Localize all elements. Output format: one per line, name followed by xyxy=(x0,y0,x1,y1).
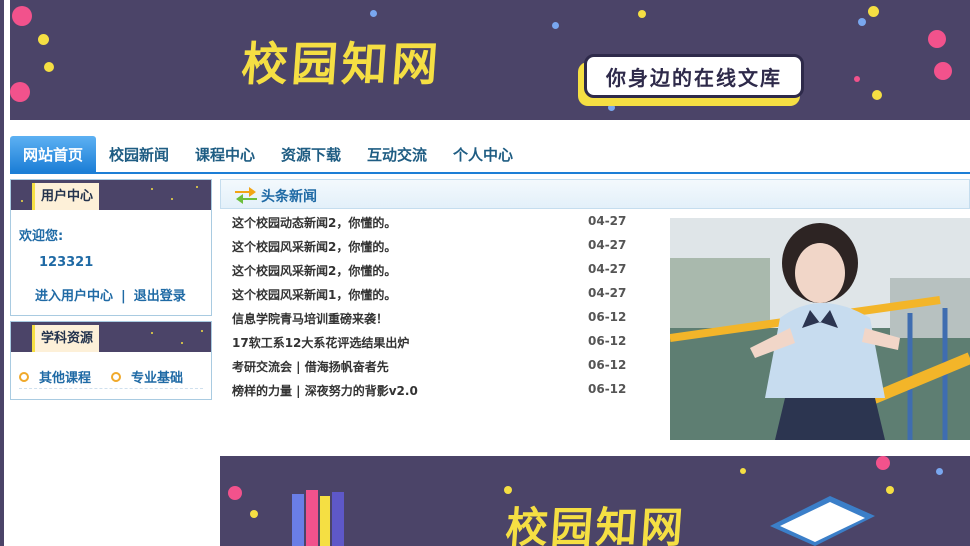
news-item[interactable]: 榜样的力量 | 深夜努力的背影v2.0 06-12 xyxy=(232,382,632,402)
news-item[interactable]: 这个校园风采新闻1，你懂的。 04-27 xyxy=(232,286,632,306)
nav-item-home[interactable]: 网站首页 xyxy=(10,136,96,172)
news-item[interactable]: 考研交流会 | 借海扬帆奋者先 06-12 xyxy=(232,358,632,378)
news-item-title[interactable]: 这个校园动态新闻2，你懂的。 xyxy=(232,214,396,231)
header-banner: 校园知网 你身边的在线文库 xyxy=(10,0,970,120)
nav-underline xyxy=(10,172,970,174)
dashed-divider xyxy=(19,388,203,389)
nav-item-campus-news[interactable]: 校园新闻 xyxy=(109,136,169,172)
decor-dot xyxy=(638,10,646,18)
headline-news-header: 头条新闻 xyxy=(220,179,970,209)
news-item-date: 04-27 xyxy=(588,262,627,276)
decor-dot xyxy=(21,200,23,202)
subject-resources-box: 学科资源 其他课程 专业基础 xyxy=(10,321,212,400)
enter-user-center-link[interactable]: 进入用户中心 xyxy=(35,289,113,304)
decor-dot xyxy=(181,342,183,344)
news-item-title[interactable]: 17软工系12大系花评选结果出炉 xyxy=(232,334,409,351)
news-item-title[interactable]: 这个校园风采新闻2，你懂的。 xyxy=(232,262,396,279)
news-item[interactable]: 信息学院青马培训重磅来袭！ 06-12 xyxy=(232,310,632,330)
decor-dot xyxy=(886,486,894,494)
user-center-title: 用户中心 xyxy=(31,183,100,210)
open-book-icon xyxy=(770,496,875,546)
photo-illustration xyxy=(670,218,970,440)
decor-dot xyxy=(876,456,890,470)
main-nav: 网站首页 校园新闻 课程中心 资源下载 互动交流 个人中心 xyxy=(10,136,970,172)
decor-dot xyxy=(44,62,54,72)
decor-dot xyxy=(868,6,879,17)
decor-dot xyxy=(10,82,30,102)
decor-dot xyxy=(151,188,153,190)
bullet-icon xyxy=(111,371,121,382)
promo-banner[interactable]: 校园知网 xyxy=(220,456,970,546)
decor-dot xyxy=(171,198,173,200)
decor-dot xyxy=(196,186,198,188)
headline-news-title: 头条新闻 xyxy=(261,189,317,205)
decor-dot xyxy=(740,468,746,474)
decor-dot xyxy=(928,30,946,48)
news-item[interactable]: 17软工系12大系花评选结果出炉 06-12 xyxy=(232,334,632,354)
username: 123321 xyxy=(39,255,94,270)
news-item-date: 04-27 xyxy=(588,238,627,252)
decor-dot xyxy=(552,22,559,29)
user-center-header: 用户中心 xyxy=(11,180,211,210)
news-item-date: 04-27 xyxy=(588,214,627,228)
promo-banner-logo: 校园知网 xyxy=(504,503,688,546)
news-item[interactable]: 这个校园风采新闻2，你懂的。 04-27 xyxy=(232,262,632,282)
decor-dot xyxy=(872,90,882,100)
news-item-title[interactable]: 这个校园风采新闻2，你懂的。 xyxy=(232,238,396,255)
decor-dot xyxy=(934,62,952,80)
decor-dot xyxy=(250,510,258,518)
decor-dot xyxy=(370,10,377,17)
news-item-date: 06-12 xyxy=(588,358,627,372)
resource-item-other-courses[interactable]: 其他课程 xyxy=(19,367,91,386)
news-item[interactable]: 这个校园风采新闻2，你懂的。 04-27 xyxy=(232,238,632,258)
decor-dot xyxy=(504,486,512,494)
news-item[interactable]: 这个校园动态新闻2，你懂的。 04-27 xyxy=(232,214,632,234)
nav-item-interaction[interactable]: 互动交流 xyxy=(367,136,427,172)
resource-item-label: 其他课程 xyxy=(39,371,92,386)
featured-news-photo[interactable] xyxy=(670,218,970,440)
logout-link[interactable]: 退出登录 xyxy=(134,289,186,304)
resource-item-professional-basics[interactable]: 专业基础 xyxy=(111,367,183,386)
nav-item-personal-center[interactable]: 个人中心 xyxy=(453,136,513,172)
nav-item-course-center[interactable]: 课程中心 xyxy=(195,136,255,172)
news-item-date: 04-27 xyxy=(588,286,627,300)
subject-resources-header: 学科资源 xyxy=(11,322,211,352)
news-item-title[interactable]: 榜样的力量 | 深夜努力的背影v2.0 xyxy=(232,382,418,399)
decor-dot xyxy=(854,76,860,82)
news-item-title[interactable]: 考研交流会 | 借海扬帆奋者先 xyxy=(232,358,389,375)
nav-item-downloads[interactable]: 资源下载 xyxy=(281,136,341,172)
user-center-box: 用户中心 欢迎您: 123321 进入用户中心 | 退出登录 xyxy=(10,179,212,316)
news-item-date: 06-12 xyxy=(588,382,627,396)
left-edge-bar xyxy=(0,0,4,546)
books-icon xyxy=(292,490,344,546)
decor-dot xyxy=(936,468,943,475)
news-item-date: 06-12 xyxy=(588,334,627,348)
decor-dot xyxy=(858,18,866,26)
subject-resources-title: 学科资源 xyxy=(31,325,100,352)
site-logo[interactable]: 校园知网 xyxy=(240,28,445,94)
decor-dot xyxy=(38,34,49,45)
decor-dot xyxy=(12,6,32,26)
site-tagline: 你身边的在线文库 xyxy=(584,54,804,98)
arrows-icon xyxy=(235,187,257,204)
user-links: 进入用户中心 | 退出登录 xyxy=(35,285,186,304)
link-separator: | xyxy=(121,289,126,304)
welcome-text: 欢迎您: xyxy=(19,229,64,244)
decor-dot xyxy=(228,486,242,500)
decor-dot xyxy=(201,330,203,332)
resource-item-label: 专业基础 xyxy=(131,371,184,386)
news-item-title[interactable]: 这个校园风采新闻1，你懂的。 xyxy=(232,286,396,303)
news-item-date: 06-12 xyxy=(588,310,627,324)
news-item-title[interactable]: 信息学院青马培训重磅来袭！ xyxy=(232,310,388,327)
bullet-icon xyxy=(19,371,29,382)
decor-dot xyxy=(151,332,153,334)
